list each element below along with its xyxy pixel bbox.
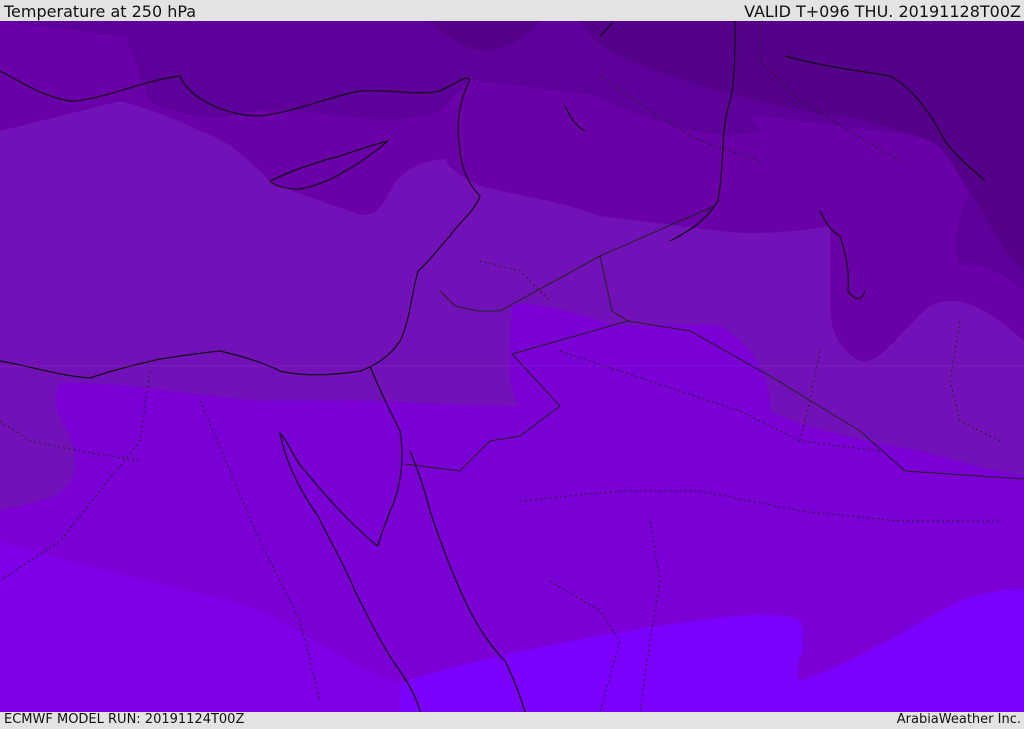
map-header: Temperature at 250 hPa VALID T+096 THU. … — [0, 0, 1024, 21]
map-title: Temperature at 250 hPa — [4, 2, 197, 21]
valid-time: VALID T+096 THU. 20191128T00Z — [744, 2, 1021, 21]
map-footer: ECMWF MODEL RUN: 20191124T00Z ArabiaWeat… — [0, 712, 1024, 729]
temperature-map[interactable] — [0, 21, 1024, 712]
provider-credit: ArabiaWeather Inc. — [896, 712, 1021, 727]
model-run: ECMWF MODEL RUN: 20191124T00Z — [4, 712, 245, 727]
